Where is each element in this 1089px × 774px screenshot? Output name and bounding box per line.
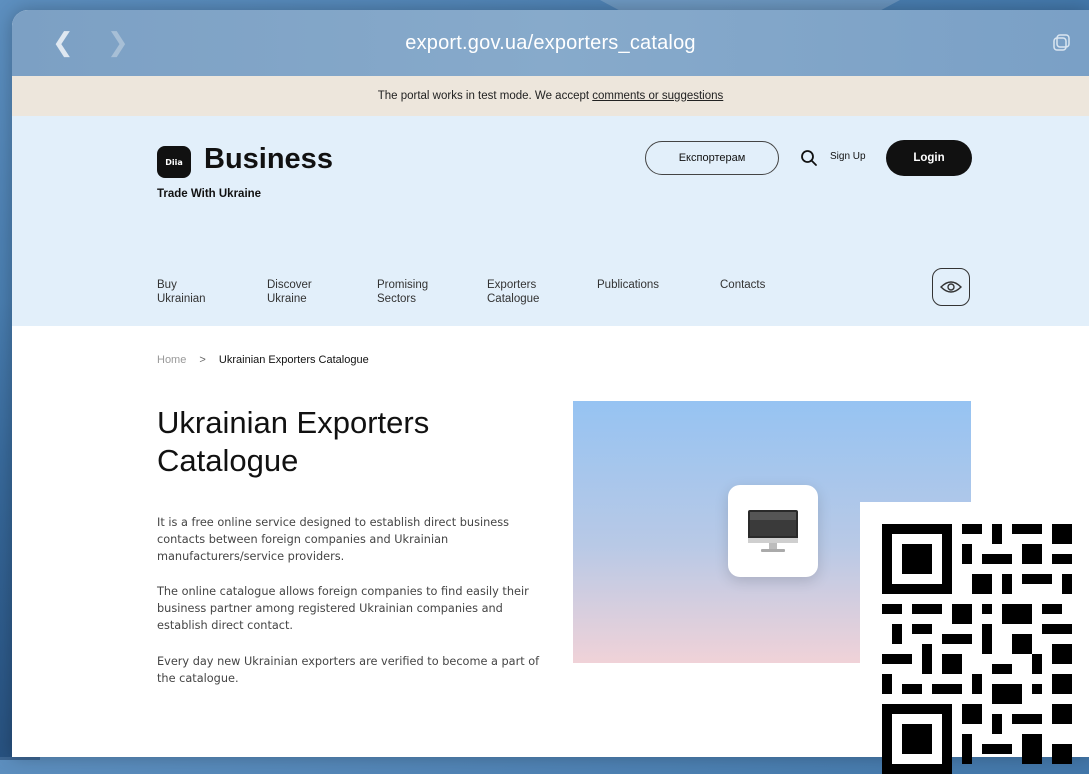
test-mode-banner: The portal works in test mode. We accept…	[12, 76, 1089, 116]
intro-paragraph: The online catalogue allows foreign comp…	[157, 585, 529, 632]
banner-text: The portal works in test mode. We accept	[377, 90, 593, 102]
intro-paragraph: Every day new Ukrainian exporters are ve…	[157, 655, 540, 685]
nav-item-buy-ukrainian[interactable]: Buy Ukrainian	[157, 278, 206, 306]
monitor-card	[728, 485, 818, 577]
logo-title[interactable]: Business	[204, 143, 333, 176]
nav-item-line: Sectors	[377, 293, 416, 305]
nav-item-line: Catalogue	[487, 293, 540, 305]
nav-item-line: Discover	[267, 279, 312, 291]
search-icon[interactable]	[800, 149, 818, 167]
breadcrumb-home[interactable]: Home	[157, 354, 186, 366]
nav-item-line: Exporters	[487, 279, 537, 291]
nav-item-line: Contacts	[720, 279, 766, 291]
page-title: Ukrainian Exporters Catalogue	[157, 405, 430, 478]
login-button[interactable]: Login	[886, 140, 972, 176]
nav-item-publications[interactable]: Publications	[597, 278, 659, 292]
nav-item-exporters-catalogue[interactable]: Exporters Catalogue	[487, 278, 539, 306]
qr-code	[860, 502, 1089, 774]
nav-item-line: Publications	[597, 279, 660, 291]
site-header: Diia Business Trade With Ukraine Експорт…	[12, 116, 1089, 326]
accessibility-button[interactable]	[932, 268, 970, 306]
nav-item-line: Ukrainian	[157, 293, 206, 305]
nav-item-discover-ukraine[interactable]: Discover Ukraine	[267, 278, 312, 306]
diia-logo-icon[interactable]: Diia	[157, 146, 191, 178]
breadcrumb-separator: >	[199, 354, 206, 366]
nav-item-line: Promising	[377, 279, 429, 291]
address-bar[interactable]: export.gov.ua/exporters_catalog	[12, 32, 1089, 55]
exporters-button[interactable]: Експортерам	[645, 141, 779, 175]
comments-link[interactable]: comments or suggestions	[592, 90, 723, 102]
monitor-icon	[748, 510, 798, 552]
logo-subtitle: Trade With Ukraine	[157, 188, 262, 200]
qr-code-icon	[882, 524, 1072, 774]
tabs-icon[interactable]	[1053, 34, 1071, 52]
signup-link[interactable]: Sign Up	[830, 151, 866, 162]
intro-paragraph: It is a free online service designed to …	[157, 516, 509, 563]
eye-icon	[940, 281, 962, 293]
nav-item-line: Buy	[157, 279, 177, 291]
breadcrumb-current: Ukrainian Exporters Catalogue	[218, 354, 369, 366]
nav-item-promising-sectors[interactable]: Promising Sectors	[377, 278, 428, 306]
browser-toolbar: ❮ ❯ export.gov.ua/exporters_catalog	[12, 10, 1089, 76]
nav-item-contacts[interactable]: Contacts	[720, 278, 765, 292]
nav-item-line: Ukraine	[267, 293, 307, 305]
breadcrumb: Home > Ukrainian Exporters Catalogue	[157, 354, 369, 366]
